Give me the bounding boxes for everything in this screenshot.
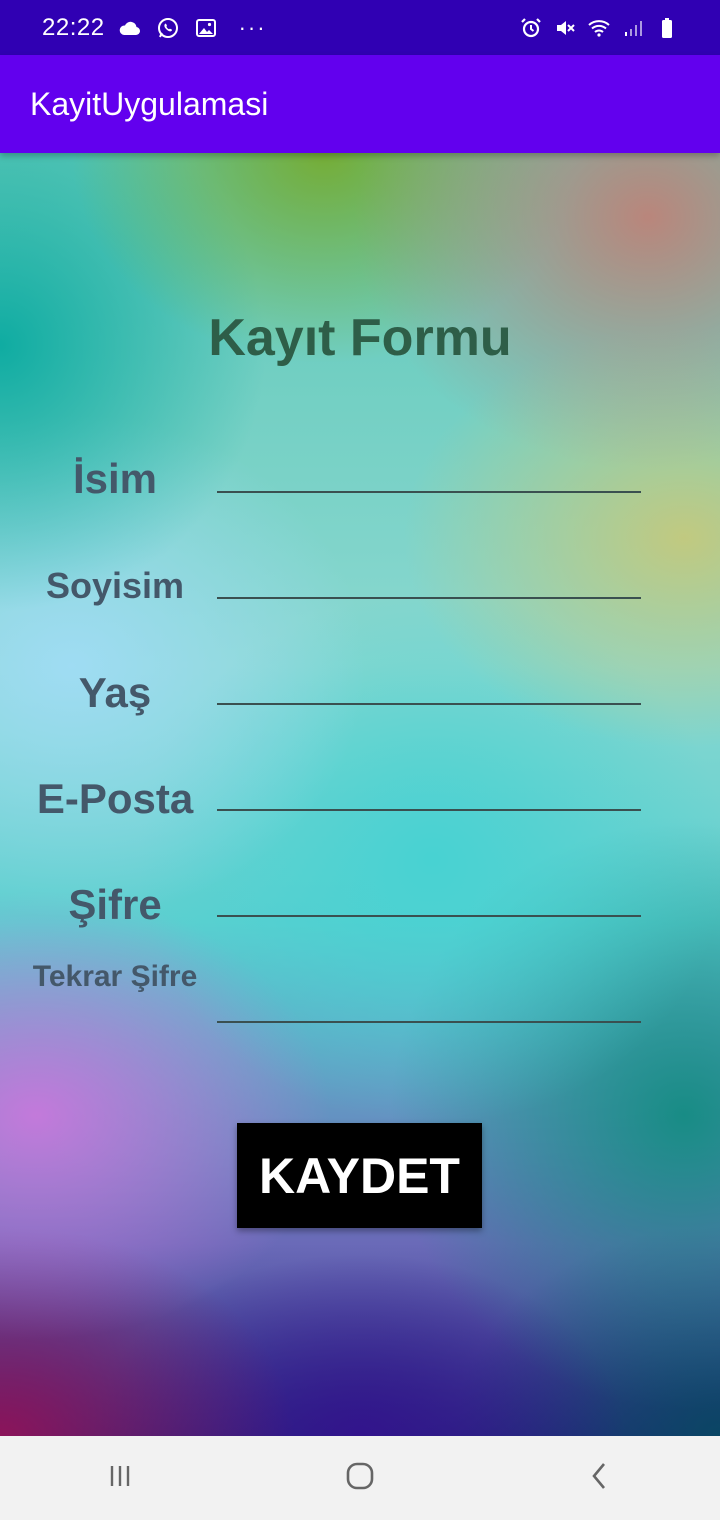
mute-icon xyxy=(552,15,578,41)
recents-button[interactable] xyxy=(60,1436,180,1520)
home-icon xyxy=(342,1458,378,1499)
signal-icon xyxy=(620,15,646,41)
battery-icon xyxy=(654,15,680,41)
more-dots-icon: ··· xyxy=(238,14,267,40)
password-repeat-label: Tekrar Şifre xyxy=(32,960,198,993)
surname-label: Soyisim xyxy=(45,565,185,606)
home-button[interactable] xyxy=(300,1436,420,1520)
password-repeat-input[interactable] xyxy=(217,973,641,1023)
age-label: Yaş xyxy=(78,669,152,716)
password-repeat-row: Tekrar Şifre xyxy=(0,960,720,1053)
image-icon xyxy=(193,15,219,41)
alarm-icon xyxy=(518,15,544,41)
wifi-icon xyxy=(586,15,612,41)
registration-form-screen: Kayıt Formu İsim Soyisim Yaş E-Posta Şif… xyxy=(0,153,720,1436)
age-input[interactable] xyxy=(217,655,641,705)
status-time: 22:22 xyxy=(42,13,105,41)
password-input[interactable] xyxy=(217,867,641,917)
email-row: E-Posta xyxy=(0,761,720,841)
name-row: İsim xyxy=(0,443,720,523)
save-button[interactable]: KAYDET xyxy=(237,1123,482,1228)
recents-icon xyxy=(102,1458,138,1499)
surname-row: Soyisim xyxy=(0,549,720,629)
form-title: Kayıt Formu xyxy=(208,309,512,367)
status-left: 22:22 ··· xyxy=(42,14,267,42)
app-bar: KayitUygulamasi xyxy=(0,55,720,153)
email-label: E-Posta xyxy=(36,775,194,822)
navigation-bar xyxy=(0,1436,720,1520)
age-row: Yaş xyxy=(0,655,720,735)
surname-input[interactable] xyxy=(217,549,641,599)
back-icon xyxy=(582,1458,618,1499)
cloud-icon xyxy=(117,15,143,41)
whatsapp-icon xyxy=(155,15,181,41)
app-title: KayitUygulamasi xyxy=(30,85,269,122)
name-label: İsim xyxy=(72,455,158,502)
status-bar: 22:22 ··· xyxy=(0,0,720,55)
password-label: Şifre xyxy=(68,881,162,928)
name-input[interactable] xyxy=(217,443,641,493)
password-row: Şifre xyxy=(0,867,720,947)
status-right xyxy=(518,15,680,41)
email-input[interactable] xyxy=(217,761,641,811)
back-button[interactable] xyxy=(540,1436,660,1520)
